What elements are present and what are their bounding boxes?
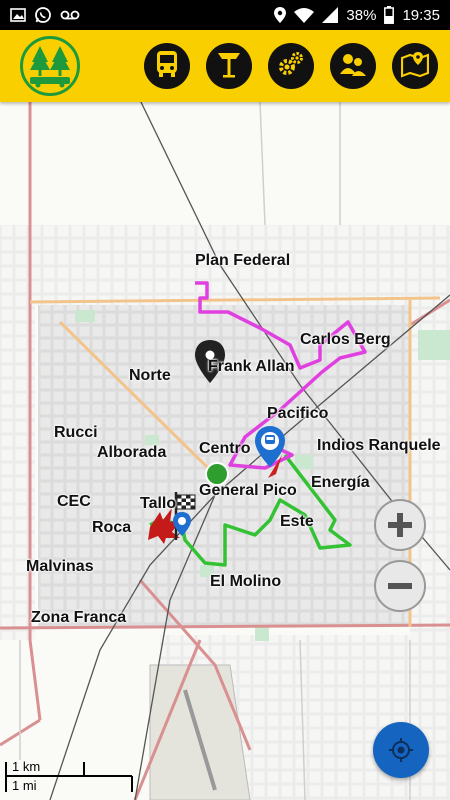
- label-carlos-berg: Carlos Berg: [300, 331, 391, 348]
- label-malvinas: Malvinas: [26, 558, 94, 575]
- settings-gears-icon: [277, 50, 305, 83]
- crosshair-icon: [389, 738, 413, 762]
- bus-icon: [154, 50, 180, 83]
- map-button[interactable]: [392, 43, 438, 89]
- clock-time: 19:35: [402, 6, 440, 24]
- bus-stop-icon: [216, 50, 242, 83]
- label-roca: Roca: [92, 519, 132, 536]
- label-centro: Centro: [199, 440, 251, 457]
- users-icon: [339, 50, 367, 83]
- label-cec: CEC: [57, 493, 91, 510]
- users-button[interactable]: [330, 43, 376, 89]
- label-tallo: Tallo: [140, 495, 177, 512]
- status-left: [10, 6, 80, 24]
- wifi-icon: [294, 7, 315, 23]
- scale-mi-label: 1 mi: [12, 778, 37, 793]
- plus-icon: [388, 513, 412, 537]
- battery-text: 38%: [346, 6, 377, 24]
- battery-icon: [384, 6, 395, 24]
- bus-button[interactable]: [144, 43, 190, 89]
- label-frank-allan: Frank Allan: [208, 358, 295, 375]
- label-el-molino: El Molino: [210, 573, 282, 590]
- label-general-pico: General Pico: [199, 482, 297, 499]
- label-este: Este: [280, 513, 314, 530]
- bus-trees-logo[interactable]: [20, 36, 80, 96]
- scale-km-label: 1 km: [12, 759, 41, 774]
- zoom-out-button[interactable]: [374, 560, 426, 612]
- settings-button[interactable]: [268, 43, 314, 89]
- label-norte: Norte: [129, 367, 171, 384]
- my-location-button[interactable]: [373, 722, 429, 778]
- bus-stop-button[interactable]: [206, 43, 252, 89]
- location-icon: [274, 7, 287, 23]
- label-pacifico: Pacifico: [267, 405, 329, 422]
- label-zona-franca: Zona Franca: [31, 609, 127, 626]
- map-pin-icon: [400, 50, 430, 83]
- app-screen: 38% 19:35 Plan Federal Carlos Berg Frank…: [0, 0, 450, 800]
- label-alborada: Alborada: [97, 444, 167, 461]
- app-header: [0, 30, 450, 102]
- image-icon: [10, 8, 26, 22]
- label-energia: Energía: [311, 474, 370, 491]
- status-bar: 38% 19:35: [0, 0, 450, 30]
- whatsapp-icon: [34, 6, 52, 24]
- zoom-in-button[interactable]: [374, 499, 426, 551]
- voicemail-icon: [60, 9, 80, 21]
- header-toolbar: [144, 43, 438, 89]
- label-plan-federal: Plan Federal: [195, 252, 291, 269]
- minus-icon: [388, 583, 412, 589]
- signal-icon: [322, 7, 339, 23]
- label-indios-ranquele: Indios Ranquele: [317, 437, 441, 454]
- map-view[interactable]: Plan Federal Carlos Berg Frank Allan Nor…: [0, 102, 450, 800]
- label-rucci: Rucci: [54, 424, 98, 441]
- status-right: 38% 19:35: [274, 6, 440, 24]
- scale-bar: 1 km 1 mi: [4, 758, 134, 798]
